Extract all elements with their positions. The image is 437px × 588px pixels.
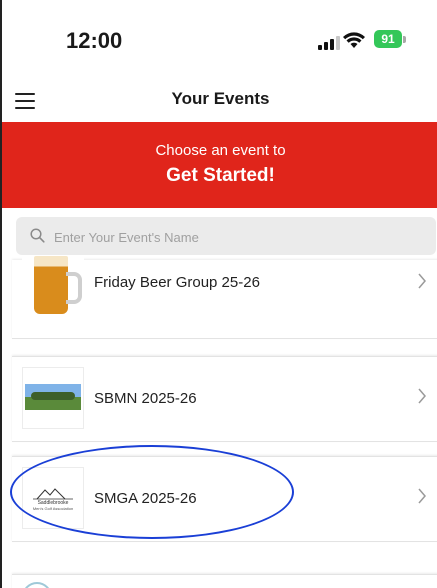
nav-bar: Your Events: [2, 84, 437, 120]
signal-icon: [318, 36, 340, 50]
event-name: SBMN 2025-26: [94, 390, 197, 407]
event-name: Friday Beer Group 25-26: [94, 274, 260, 291]
event-thumb-partial: [22, 582, 52, 588]
event-item-sbmn[interactable]: SBMN 2025-26: [12, 356, 437, 442]
beer-mug-image: [22, 256, 84, 318]
event-name: SMGA 2025-26: [94, 490, 197, 507]
phone-screen: 12:00 91 Your Events Choose an event to …: [0, 0, 437, 588]
search-input[interactable]: [52, 217, 426, 257]
status-bar: 12:00 91: [2, 0, 437, 84]
battery-tip: [403, 36, 406, 43]
wifi-icon: [343, 32, 365, 48]
page-title: Your Events: [171, 89, 270, 108]
search-bar[interactable]: [16, 217, 436, 257]
event-item-partial[interactable]: [12, 574, 437, 588]
golf-course-photo: [22, 367, 84, 429]
smga-logo: Saddlebrooke Men's Golf Association: [22, 467, 84, 529]
battery-icon: 91: [374, 30, 402, 48]
chevron-right-icon: [418, 488, 426, 504]
search-icon: [30, 228, 45, 243]
hero-subtitle: Choose an event to: [155, 142, 286, 159]
hero-banner: Choose an event to Get Started!: [2, 122, 437, 208]
status-time: 12:00: [66, 28, 123, 53]
hero-title: Get Started!: [166, 165, 275, 186]
event-item-friday-beer-group[interactable]: Friday Beer Group 25-26: [12, 256, 437, 339]
chevron-right-icon: [418, 388, 426, 404]
mountain-logo-icon: [33, 488, 73, 500]
chevron-right-icon: [418, 273, 426, 289]
event-item-smga[interactable]: Saddlebrooke Men's Golf Association SMGA…: [12, 456, 437, 542]
